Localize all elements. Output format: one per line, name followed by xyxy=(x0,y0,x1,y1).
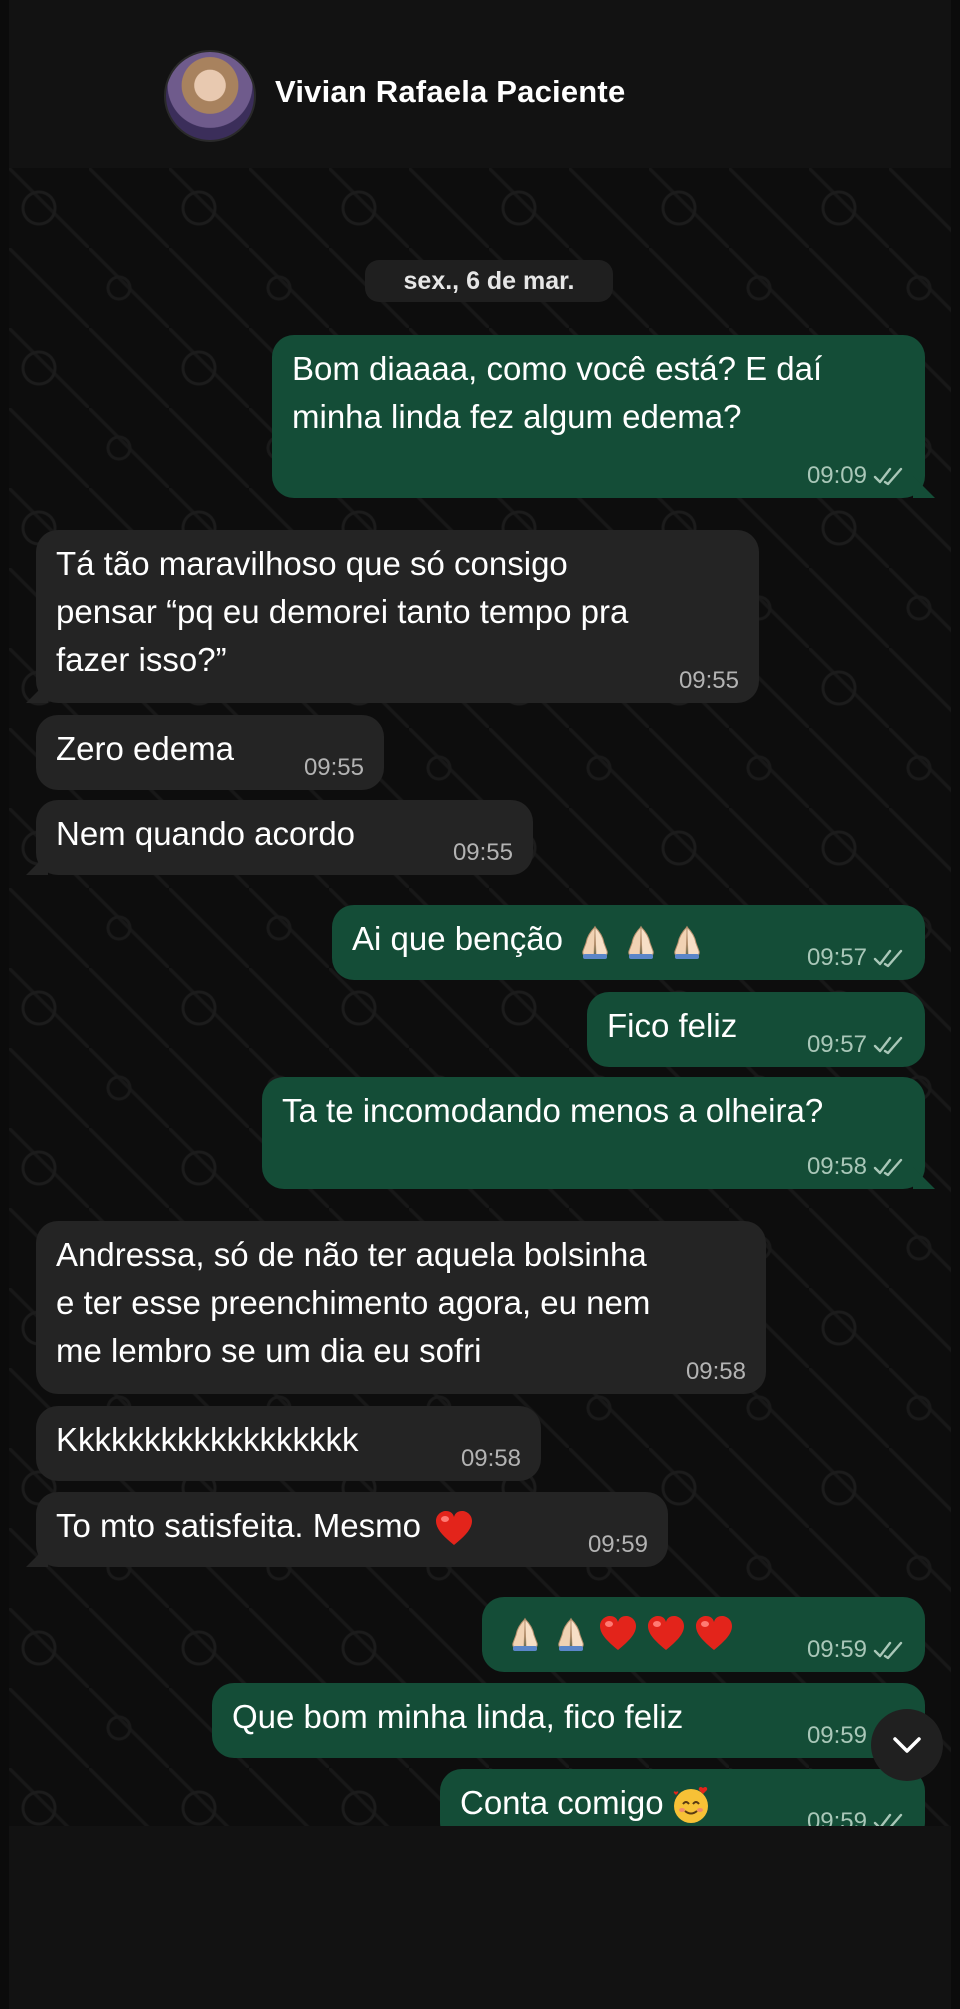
double-check-icon xyxy=(873,1035,907,1055)
double-check-icon xyxy=(873,466,907,486)
message-time: 09:57 xyxy=(806,944,867,971)
red-heart-icon xyxy=(433,1508,475,1548)
chevron-down-icon xyxy=(893,1737,921,1753)
message-time: 09:55 xyxy=(678,667,739,694)
folded-hands-icon xyxy=(551,1613,591,1653)
message-bubble-incoming[interactable]: Zero edema 09:55 xyxy=(36,715,384,790)
message-time: 09:09 xyxy=(806,462,867,489)
message-bubble-incoming[interactable]: To mto satisfeita. Mesmo 09:59 xyxy=(36,1492,668,1567)
message-time: 09:55 xyxy=(303,754,364,781)
message-text: Andressa, só de não ter aquela bolsinha … xyxy=(56,1236,651,1369)
message-time: 09:55 xyxy=(452,839,513,866)
message-text: Ta te incomodando menos a olheira? xyxy=(282,1092,824,1129)
message-text: Que bom minha linda, fico feliz xyxy=(232,1698,684,1735)
message-meta: 09:55 xyxy=(453,839,513,867)
message-bubble-outgoing[interactable]: Que bom minha linda, fico feliz 09:59 xyxy=(212,1683,925,1758)
message-bubble-outgoing[interactable]: 09:59 xyxy=(482,1597,925,1672)
message-meta: 09:59 xyxy=(807,1808,907,1826)
message-text-content: To mto satisfeita. Mesmo xyxy=(56,1507,421,1544)
message-time: 09:59 xyxy=(806,1636,867,1663)
message-text: Tá tão maravilhoso que só consigo pensar… xyxy=(56,545,629,678)
message-bubble-incoming[interactable]: Tá tão maravilhoso que só consigo pensar… xyxy=(36,530,759,703)
message-text: Kkkkkkkkkkkkkkkkkk xyxy=(56,1421,359,1458)
message-meta: 09:55 xyxy=(679,667,739,695)
folded-hands-icon xyxy=(505,1613,545,1653)
folded-hands-icon xyxy=(621,921,661,961)
red-heart-icon xyxy=(597,1613,639,1653)
message-meta: 09:58 xyxy=(686,1358,746,1386)
chat-screen: Vivian Rafaela Paciente sex., 6 de mar. … xyxy=(9,0,951,2009)
message-meta: 09:59 xyxy=(807,1636,907,1664)
folded-hands-icon xyxy=(575,921,615,961)
message-time: 09:58 xyxy=(685,1358,746,1385)
message-meta: 09:58 xyxy=(807,1153,907,1181)
message-text: To mto satisfeita. Mesmo xyxy=(56,1502,644,1550)
bottom-bar xyxy=(9,1826,951,2009)
smiling-face-with-hearts-icon xyxy=(670,1784,712,1826)
message-bubble-outgoing[interactable]: Conta comigo 09:59 xyxy=(440,1769,925,1826)
double-check-icon xyxy=(873,1640,907,1660)
double-check-icon xyxy=(873,1812,907,1826)
message-time: 09:59 xyxy=(806,1808,867,1826)
double-check-icon xyxy=(873,1157,907,1177)
message-time: 09:58 xyxy=(460,1445,521,1472)
message-bubble-incoming[interactable]: Nem quando acordo 09:55 xyxy=(36,800,533,875)
message-meta: 09:55 xyxy=(304,754,364,782)
scroll-to-bottom-button[interactable] xyxy=(871,1709,943,1781)
message-time: 09:59 xyxy=(806,1722,867,1749)
red-heart-icon xyxy=(693,1613,735,1653)
message-meta: 09:59 xyxy=(588,1531,648,1559)
message-meta: 09:57 xyxy=(807,944,907,972)
message-bubble-outgoing[interactable]: Ai que benção 09:57 xyxy=(332,905,925,980)
message-bubble-outgoing[interactable]: Bom diaaaa, como você está? E daí minha … xyxy=(272,335,925,498)
message-bubble-outgoing[interactable]: Ta te incomodando menos a olheira? 09:58 xyxy=(262,1077,925,1189)
avatar[interactable] xyxy=(164,50,256,142)
message-text-content: Conta comigo xyxy=(460,1784,664,1821)
chat-header[interactable]: Vivian Rafaela Paciente xyxy=(9,0,951,168)
chat-history[interactable]: sex., 6 de mar. Bom diaaaa, como você es… xyxy=(9,168,951,1826)
message-time: 09:59 xyxy=(587,1531,648,1558)
double-check-icon xyxy=(873,948,907,968)
message-bubble-incoming[interactable]: Kkkkkkkkkkkkkkkkkk 09:58 xyxy=(36,1406,541,1481)
message-meta: 09:58 xyxy=(461,1445,521,1473)
message-time: 09:57 xyxy=(806,1031,867,1058)
message-bubble-incoming[interactable]: Andressa, só de não ter aquela bolsinha … xyxy=(36,1221,766,1394)
date-separator: sex., 6 de mar. xyxy=(365,260,613,302)
message-text-content: Ai que benção xyxy=(352,920,564,957)
message-text: Bom diaaaa, como você está? E daí minha … xyxy=(292,350,823,435)
contact-name[interactable]: Vivian Rafaela Paciente xyxy=(275,74,625,110)
message-time: 09:58 xyxy=(806,1153,867,1180)
folded-hands-icon xyxy=(667,921,707,961)
message-meta: 09:09 xyxy=(807,462,907,490)
message-meta: 09:57 xyxy=(807,1031,907,1059)
message-bubble-outgoing[interactable]: Fico feliz 09:57 xyxy=(587,992,925,1067)
red-heart-icon xyxy=(645,1613,687,1653)
message-text: Nem quando acordo xyxy=(56,815,356,852)
